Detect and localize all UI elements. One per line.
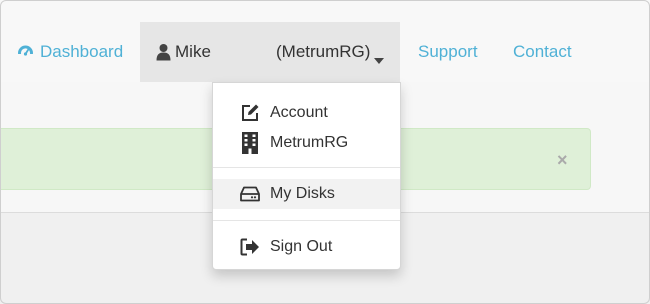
- nav-support-link[interactable]: Support: [418, 40, 478, 64]
- edit-icon: [240, 102, 260, 124]
- caret-down-icon: [374, 51, 384, 69]
- nav-support-label: Support: [418, 42, 478, 61]
- nav-dashboard-label: Dashboard: [40, 42, 124, 61]
- dropdown-item-label: My Disks: [270, 185, 335, 202]
- nav-contact-link[interactable]: Contact: [513, 40, 572, 64]
- sign-out-icon: [240, 236, 260, 258]
- dropdown-item-label: MetrumRG: [270, 134, 349, 151]
- top-navbar: Dashboard Mike (MetrumRG) Support Contac…: [0, 0, 650, 82]
- user-menu-toggle[interactable]: Mike (MetrumRG): [140, 22, 400, 82]
- hard-drive-icon: [240, 183, 260, 205]
- user-dropdown-menu: Account MetrumRG My Disks Sign Out: [212, 82, 401, 270]
- dashboard-icon: [17, 44, 34, 61]
- user-name: Mike: [175, 42, 211, 61]
- building-icon: [240, 132, 260, 154]
- dropdown-divider: [213, 220, 400, 221]
- nav-contact-label: Contact: [513, 42, 572, 61]
- nav-dashboard-link[interactable]: Dashboard: [17, 40, 123, 64]
- dropdown-item-account[interactable]: Account: [213, 98, 400, 128]
- dropdown-item-sign-out[interactable]: Sign Out: [213, 232, 400, 262]
- alert-close-button[interactable]: ×: [557, 150, 568, 170]
- dropdown-item-organization[interactable]: MetrumRG: [213, 128, 400, 158]
- dropdown-item-my-disks[interactable]: My Disks: [213, 179, 400, 209]
- dropdown-item-label: Sign Out: [270, 238, 333, 255]
- user-icon: [156, 43, 171, 61]
- dropdown-divider: [213, 167, 400, 168]
- user-org: (MetrumRG): [276, 42, 371, 61]
- dropdown-item-label: Account: [270, 104, 328, 121]
